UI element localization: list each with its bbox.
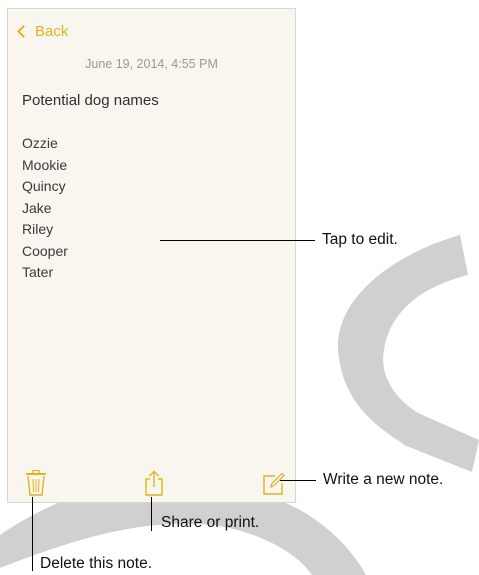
notes-screen: Back June 19, 2014, 4:55 PM Potential do… bbox=[7, 8, 296, 503]
back-label: Back bbox=[35, 23, 69, 40]
note-date: June 19, 2014, 4:55 PM bbox=[85, 57, 218, 71]
list-item: Riley bbox=[22, 221, 54, 237]
list-item: Quincy bbox=[22, 178, 66, 194]
new-note-callout-line bbox=[280, 480, 316, 481]
list-item: Ozzie bbox=[22, 135, 58, 151]
delete-callout-line bbox=[32, 497, 33, 571]
list-item: Jake bbox=[22, 199, 52, 216]
chevron-left-icon bbox=[17, 25, 30, 38]
note-title[interactable]: Potential dog names bbox=[22, 92, 159, 109]
new-note-callout: Write a new note. bbox=[323, 471, 444, 488]
list-item: Cooper bbox=[22, 242, 68, 259]
trash-icon[interactable] bbox=[24, 470, 48, 496]
share-callout-line bbox=[151, 497, 152, 531]
delete-callout: Delete this note. bbox=[40, 555, 153, 572]
compose-icon[interactable] bbox=[261, 470, 285, 496]
edit-callout-line bbox=[160, 240, 315, 241]
edit-callout: Tap to edit. bbox=[322, 231, 398, 248]
back-button[interactable]: Back bbox=[17, 23, 68, 40]
list-item: Mookie bbox=[22, 156, 68, 173]
note-body[interactable]: Ozzie Mookie Quincy Jake Riley Cooper Ta… bbox=[22, 133, 68, 284]
share-icon[interactable] bbox=[142, 470, 166, 496]
share-callout: Share or print. bbox=[161, 514, 260, 531]
list-item: Tater bbox=[22, 264, 54, 280]
